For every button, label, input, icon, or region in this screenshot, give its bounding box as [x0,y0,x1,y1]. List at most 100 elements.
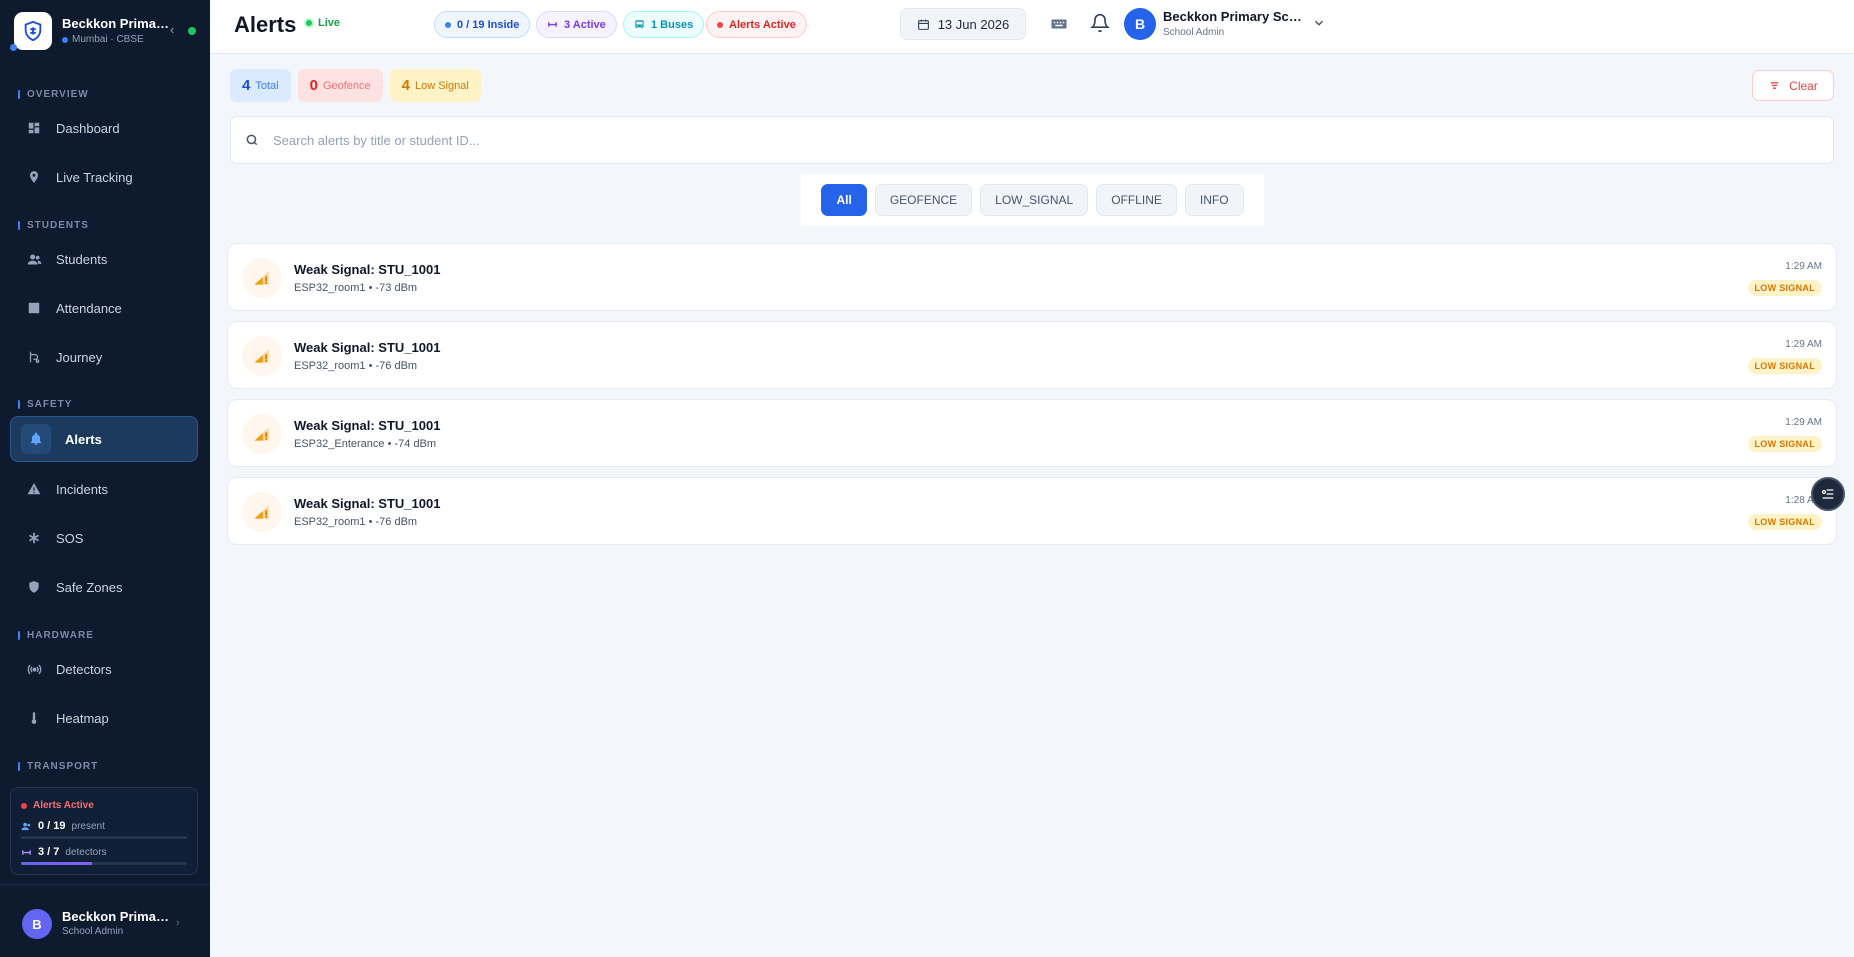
live-indicator: Live [304,17,340,29]
sidebar-item-label: Safe Zones [56,579,123,595]
filter-info[interactable]: INFO [1184,184,1244,216]
school-shield-logo-icon [14,12,52,50]
alert-time: 1:29 AM [1785,261,1822,272]
top-header: Alerts Live 0 / 19 Inside 3 Active 1 Bus… [210,0,1854,54]
collapse-sidebar-icon[interactable]: ‹ [170,22,174,37]
avatar[interactable]: B [1124,8,1156,40]
alert-item[interactable]: Weak Signal: STU_1001 ESP32_room1 • -73 … [227,243,1837,311]
attendance-icon [26,300,42,316]
alerts-active-indicator: Alerts Active [21,800,94,811]
sidebar-item-live-tracking[interactable]: Live Tracking [10,154,198,200]
asterisk-icon [26,530,42,546]
detectors-progress-bar [21,862,187,865]
sidebar: Beckkon Primary School Mumbai · CBSE ‹ O… [0,0,210,957]
user-name: Beckkon Primary School [62,909,172,924]
clear-button[interactable]: Clear [1752,70,1834,101]
alerts-active-pill[interactable]: Alerts Active [706,11,807,38]
sidebar-item-journey[interactable]: Journey [10,334,198,380]
location-pin-icon [26,169,42,185]
alert-stats: 4 Total 0 Geofence 4 Low Signal [230,69,481,102]
sidebar-item-label: Heatmap [56,710,109,726]
alert-title: Weak Signal: STU_1001 [294,262,441,277]
people-icon [26,251,42,267]
dashboard-icon [26,120,42,136]
alert-type-badge: LOW SIGNAL [1747,436,1822,452]
sidebar-item-label: Dashboard [56,120,120,136]
detectors-summary: 3 / 7 detectors [21,846,107,858]
alert-meta: ESP32_room1 • -76 dBm [294,516,418,528]
sidebar-item-label: Detectors [56,661,112,677]
section-students: STUDENTS [18,220,89,231]
alert-meta: ESP32_room1 • -76 dBm [294,360,418,372]
alert-type-badge: LOW SIGNAL [1747,358,1822,374]
sidebar-user[interactable]: B Beckkon Primary School School Admin › [0,884,210,957]
thermometer-icon [26,710,42,726]
sidebar-item-detectors[interactable]: Detectors [10,646,198,692]
sidebar-item-label: SOS [56,530,84,546]
weak-signal-icon [242,258,282,298]
sidebar-item-label: Live Tracking [56,169,133,185]
alert-title: Weak Signal: STU_1001 [294,418,441,433]
notifications-bell-icon[interactable] [1089,13,1111,33]
user-role: School Admin [62,926,124,937]
present-summary: 0 / 19 present [21,820,105,832]
search-bar[interactable] [230,116,1834,164]
user-name[interactable]: Beckkon Primary School [1163,9,1305,24]
inside-count-pill[interactable]: 0 / 19 Inside [434,11,531,38]
chevron-right-icon: › [176,917,180,929]
filter-all[interactable]: All [821,184,867,216]
section-transport: TRANSPORT [18,761,98,772]
weak-signal-icon [242,336,282,376]
stat-total[interactable]: 4 Total [230,69,291,102]
alert-item[interactable]: Weak Signal: STU_1001 ESP32_Enterance • … [227,399,1837,467]
date-picker[interactable]: 13 Jun 2026 [900,8,1026,40]
weak-signal-icon [242,414,282,454]
sidebar-item-attendance[interactable]: Attendance [10,285,198,331]
brand-subtitle: Mumbai · CBSE [62,34,144,45]
section-safety: SAFETY [18,399,72,410]
buses-pill[interactable]: 1 Buses [623,11,705,38]
filter-geofence[interactable]: GEOFENCE [874,184,973,216]
stat-geofence[interactable]: 0 Geofence [297,69,383,102]
people-icon [21,822,31,830]
alert-type-filters: All GEOFENCE LOW_SIGNAL OFFLINE INFO [801,174,1264,226]
warning-triangle-icon [26,481,42,497]
shield-icon [26,579,42,595]
chevron-down-icon[interactable] [1312,16,1326,30]
sidebar-item-alerts[interactable]: Alerts [10,416,198,462]
sidebar-item-incidents[interactable]: Incidents [10,466,198,512]
stat-low-signal[interactable]: 4 Low Signal [389,69,481,102]
alert-meta: ESP32_Enterance • -74 dBm [294,438,437,450]
alert-type-badge: LOW SIGNAL [1747,514,1822,530]
brand-title: Beckkon Primary School [62,16,170,31]
sidebar-item-heatmap[interactable]: Heatmap [10,695,198,741]
detectors-progress-fill [21,862,93,865]
filter-offline[interactable]: OFFLINE [1096,184,1177,216]
alert-item[interactable]: Weak Signal: STU_1001 ESP32_room1 • -76 … [227,477,1837,545]
sidebar-item-label: Attendance [56,300,122,316]
floating-filter-button[interactable] [1811,477,1845,511]
present-progress-bar [21,836,187,839]
filter-low-signal[interactable]: LOW_SIGNAL [980,184,1089,216]
bell-icon [21,424,51,454]
sidebar-item-label: Alerts [65,431,102,447]
active-detectors-pill[interactable]: 3 Active [536,11,617,38]
bus-icon [635,20,644,29]
link-icon [22,849,31,855]
search-icon [246,134,258,146]
alert-item[interactable]: Weak Signal: STU_1001 ESP32_room1 • -76 … [227,321,1837,389]
sidebar-item-sos[interactable]: SOS [10,515,198,561]
alert-type-badge: LOW SIGNAL [1747,280,1822,296]
section-overview: OVERVIEW [18,89,89,100]
alert-title: Weak Signal: STU_1001 [294,340,441,355]
sidebar-item-dashboard[interactable]: Dashboard [10,105,198,151]
calendar-icon [917,19,929,30]
user-role: School Admin [1163,27,1225,38]
keyboard-icon[interactable] [1050,15,1068,33]
alert-meta: ESP32_room1 • -73 dBm [294,282,418,294]
search-input[interactable] [273,132,1773,148]
sidebar-item-safe-zones[interactable]: Safe Zones [10,564,198,610]
broadcast-icon [26,661,42,677]
sidebar-item-students[interactable]: Students [10,236,198,282]
alert-time: 1:29 AM [1785,339,1822,350]
